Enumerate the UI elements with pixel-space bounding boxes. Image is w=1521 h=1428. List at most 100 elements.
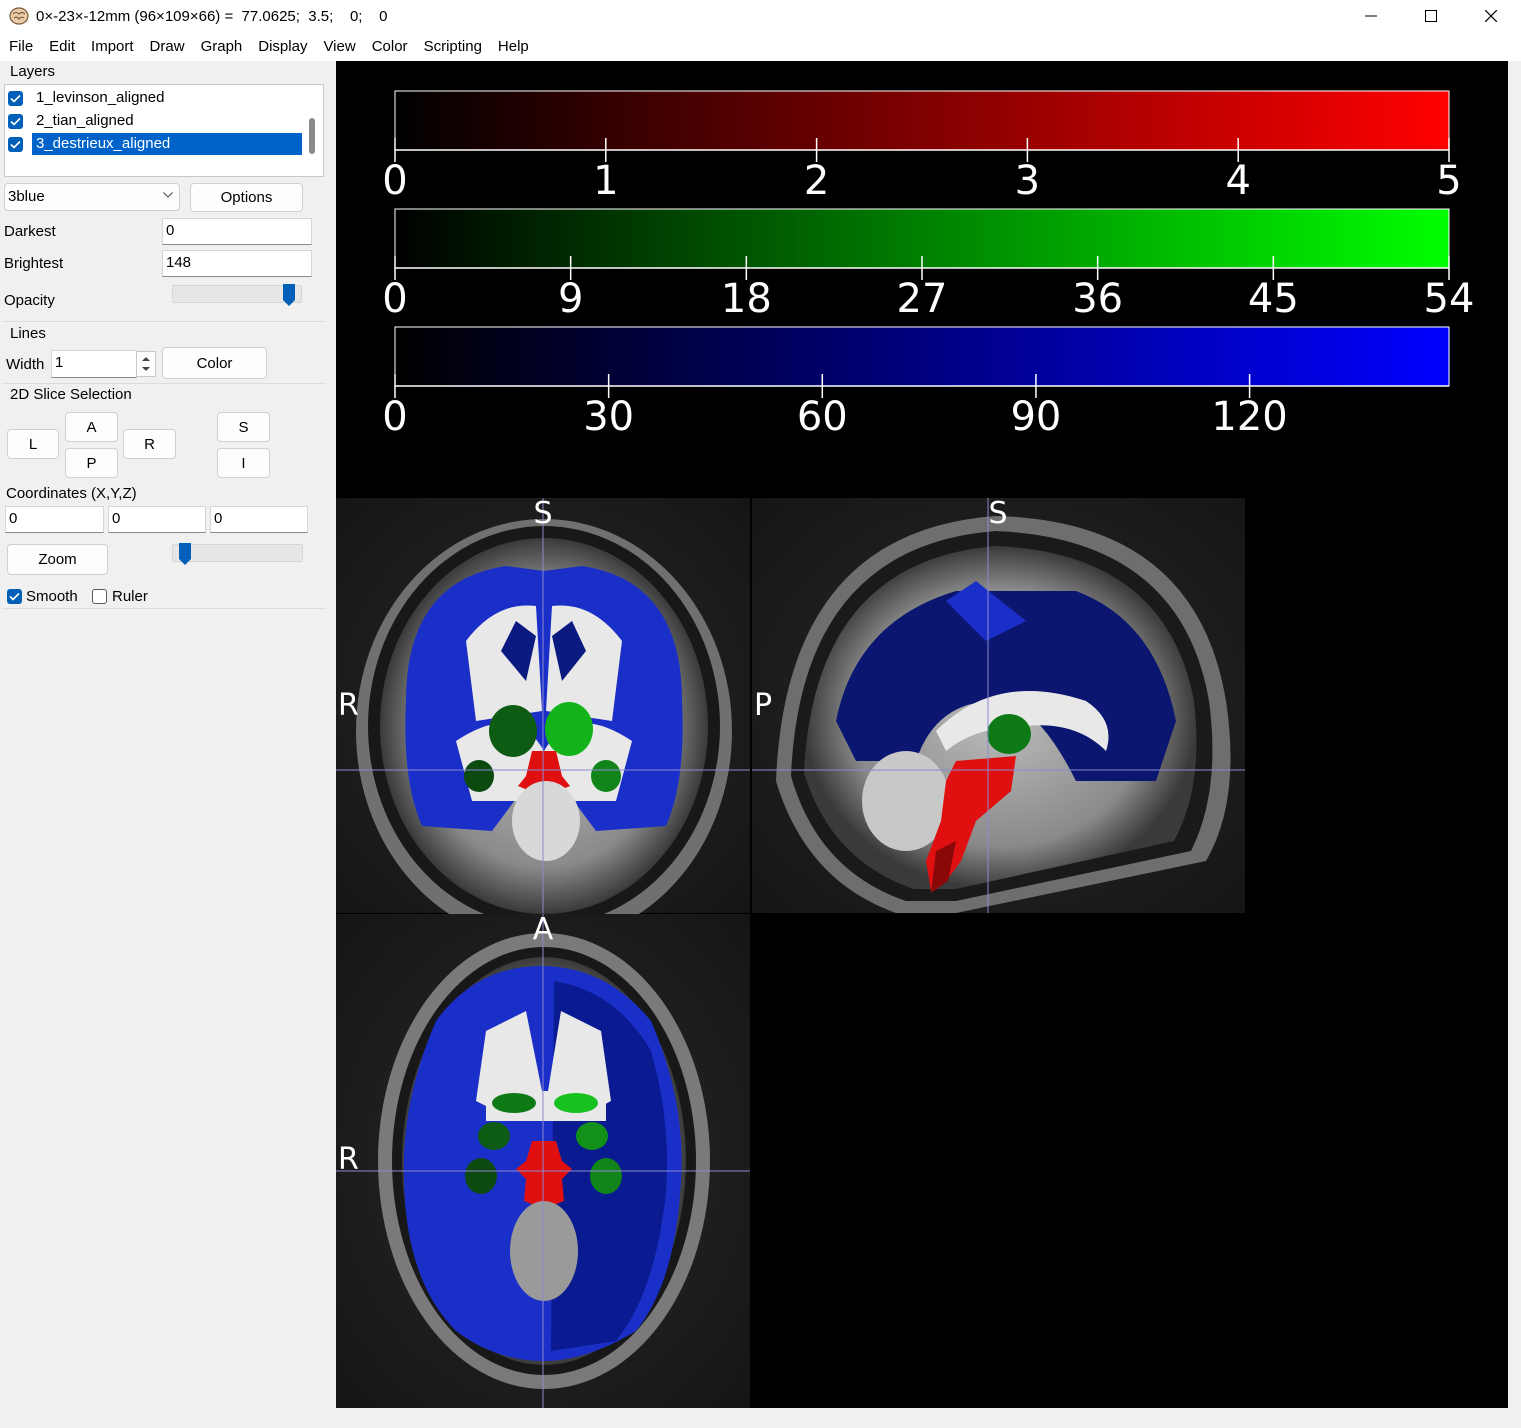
colorbar-0-tick-label: 1 xyxy=(593,158,618,204)
menu-file[interactable]: File xyxy=(1,32,41,61)
brightest-label: Brightest xyxy=(4,255,64,272)
layer-1-checkbox[interactable] xyxy=(8,90,23,106)
viewer-canvas[interactable]: 012345 091827364554 0306090120 xyxy=(336,61,1508,1408)
menu-import[interactable]: Import xyxy=(83,32,142,61)
colorbar-0-tick-label: 4 xyxy=(1225,158,1250,204)
colormap-select[interactable]: 3blue xyxy=(4,183,180,211)
divider xyxy=(2,608,326,609)
menu-draw[interactable]: Draw xyxy=(142,32,193,61)
menu-edit[interactable]: Edit xyxy=(41,32,83,61)
colorbar-blue-gradient xyxy=(394,326,1450,387)
coronal-slice[interactable]: S R xyxy=(336,496,750,943)
layer-item-1[interactable]: 1_levinson_aligned xyxy=(8,87,304,109)
colorbar-2-tick-label: 120 xyxy=(1211,394,1287,440)
colorbar-0-tick-label: 0 xyxy=(382,158,407,204)
layer-list[interactable]: 1_levinson_aligned 2_tian_aligned 3_dest… xyxy=(4,84,324,177)
view-inferior-button[interactable]: I xyxy=(217,448,270,478)
layer-1-label: 1_levinson_aligned xyxy=(36,89,165,106)
stepper-arrows-icon xyxy=(142,357,150,371)
menu-color[interactable]: Color xyxy=(364,32,416,61)
brightest-field[interactable]: 148 xyxy=(162,250,312,277)
layer-2-label: 2_tian_aligned xyxy=(36,112,134,129)
check-icon xyxy=(9,592,20,601)
maximize-button[interactable] xyxy=(1401,0,1461,32)
view-superior-button[interactable]: S xyxy=(217,412,270,442)
layer-item-2[interactable]: 2_tian_aligned xyxy=(8,110,304,132)
view-anterior-button[interactable]: A xyxy=(65,412,118,442)
control-panel: Layers 1_levinson_aligned 2_tian_aligned… xyxy=(0,61,336,1408)
image-viewer[interactable]: 012345 091827364554 0306090120 xyxy=(336,61,1508,1408)
layer-2-checkbox[interactable] xyxy=(8,113,23,129)
lines-group-title: Lines xyxy=(10,325,46,342)
menu-display[interactable]: Display xyxy=(250,32,315,61)
status-bar xyxy=(0,1408,1521,1428)
zoom-slider-thumb[interactable] xyxy=(179,543,191,565)
colorbar-1-tick-label: 36 xyxy=(1072,276,1123,322)
line-width-label: Width xyxy=(6,356,45,373)
colorbar-2-tick-label: 30 xyxy=(583,394,634,440)
divider xyxy=(2,383,326,384)
opacity-slider-thumb[interactable] xyxy=(283,284,295,306)
coronal-top-label: S xyxy=(533,496,552,531)
coord-y-field[interactable]: 0 xyxy=(108,506,206,533)
close-button[interactable] xyxy=(1461,0,1521,32)
darkest-label: Darkest xyxy=(4,223,56,240)
options-button[interactable]: Options xyxy=(190,183,303,212)
colorbar-red-gradient xyxy=(394,90,1450,151)
close-icon xyxy=(1485,10,1497,22)
line-width-stepper[interactable] xyxy=(136,351,156,377)
divider xyxy=(2,321,326,322)
menu-bar: File Edit Import Draw Graph Display View… xyxy=(0,32,1521,61)
axial-top-label: A xyxy=(533,912,554,947)
coronal-left-label: R xyxy=(338,688,359,723)
ruler-checkbox[interactable] xyxy=(92,589,107,604)
colorbar-1-tick-label: 0 xyxy=(382,276,407,322)
smooth-checkbox[interactable] xyxy=(7,589,22,604)
view-right-button[interactable]: R xyxy=(123,429,176,459)
sagittal-top-label: S xyxy=(988,496,1007,531)
line-color-button[interactable]: Color xyxy=(162,347,267,379)
colorbar-1-tick-label: 18 xyxy=(721,276,772,322)
sagittal-slice[interactable]: S P xyxy=(752,496,1245,913)
coord-x-field[interactable]: 0 xyxy=(5,506,104,533)
layer-list-scrollbar[interactable] xyxy=(309,118,315,154)
coordinates-label: Coordinates (X,Y,Z) xyxy=(6,485,137,502)
colorbar-red: 0 1 2 3 4 5 xyxy=(382,90,1462,204)
view-posterior-button[interactable]: P xyxy=(65,448,118,478)
menu-view[interactable]: View xyxy=(315,32,363,61)
maximize-icon xyxy=(1425,10,1437,22)
window-title: 0×-23×-12mm (96×109×66) = 77.0625; 3.5; … xyxy=(36,7,388,25)
colorbar-0-tick-label: 5 xyxy=(1436,158,1461,204)
check-icon xyxy=(10,94,21,103)
ruler-label: Ruler xyxy=(112,588,148,605)
layers-group-title: Layers xyxy=(10,63,56,80)
minimize-button[interactable] xyxy=(1341,0,1401,32)
coronal-structure-green-left xyxy=(489,705,537,757)
colorbar-2-tick-label: 60 xyxy=(797,394,848,440)
chevron-down-icon xyxy=(163,192,173,198)
opacity-slider[interactable] xyxy=(172,284,302,306)
line-width-field[interactable]: 1 xyxy=(51,350,137,378)
layer-item-3[interactable]: 3_destrieux_aligned xyxy=(8,133,304,155)
colorbar-1-tick-label: 9 xyxy=(558,276,583,322)
view-left-button[interactable]: L xyxy=(7,429,59,459)
colorbar-0-tick-label: 3 xyxy=(1015,158,1040,204)
check-icon xyxy=(10,140,21,149)
menu-graph[interactable]: Graph xyxy=(193,32,251,61)
right-splitter[interactable] xyxy=(1508,61,1521,1408)
colorbar-blue: 0 30 60 90 120 xyxy=(382,326,1450,440)
check-icon xyxy=(10,117,21,126)
sagittal-structure-green xyxy=(987,714,1031,754)
zoom-button[interactable]: Zoom xyxy=(7,544,108,575)
opacity-label: Opacity xyxy=(4,292,55,309)
colorbar-1-tick-label: 45 xyxy=(1248,276,1299,322)
layer-3-checkbox[interactable] xyxy=(8,136,23,152)
zoom-slider[interactable] xyxy=(172,543,303,565)
colorbar-0-tick-label: 2 xyxy=(804,158,829,204)
menu-help[interactable]: Help xyxy=(490,32,537,61)
axial-slice[interactable]: A R xyxy=(336,912,750,1408)
menu-scripting[interactable]: Scripting xyxy=(416,32,490,61)
darkest-field[interactable]: 0 xyxy=(162,218,312,245)
axial-left-label: R xyxy=(338,1142,359,1177)
coord-z-field[interactable]: 0 xyxy=(210,506,308,533)
